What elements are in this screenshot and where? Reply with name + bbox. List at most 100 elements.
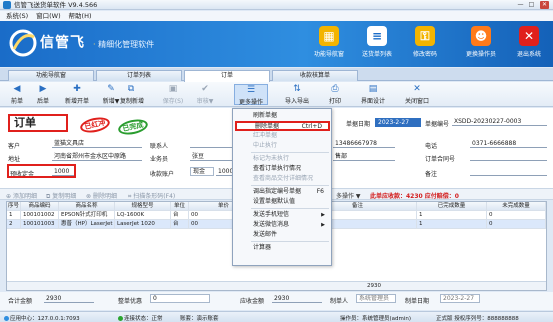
receivable-field: 2930 xyxy=(272,295,322,303)
menu-item-label: 删除单据 xyxy=(255,123,280,130)
exit-icon: ✕ xyxy=(519,26,539,46)
toolbar-button-7[interactable]: ☰ 更多操作 xyxy=(234,84,268,106)
topbar-button-grid[interactable]: ▦ 功能导航窗 xyxy=(306,24,352,64)
remark-field[interactable] xyxy=(470,168,547,176)
close-button[interactable]: ✕ xyxy=(540,1,549,9)
make-date-field: 2023-2-27 xyxy=(440,294,480,303)
toolbar-button-0[interactable]: ◀ 前单 xyxy=(6,84,28,105)
menu-item-12[interactable]: 发送手机短信 ▶ xyxy=(235,210,330,220)
menu-item-6[interactable]: 查看订单执行情况 xyxy=(235,164,330,174)
receivable-label: 应收金额 xyxy=(240,298,265,305)
add-detail-button[interactable]: ⊕ 添加明细 xyxy=(6,191,37,200)
list-icon: ≡ xyxy=(367,26,387,46)
maker-label: 制单人 xyxy=(330,298,349,305)
address-label: 地址 xyxy=(8,156,21,163)
menu-item-2[interactable]: 红冲单据 xyxy=(235,131,330,141)
toolbar-label: 前单 xyxy=(10,98,23,105)
delete-detail-button[interactable]: ⊗ 删除明细 xyxy=(86,191,117,200)
discount-field[interactable]: 0 xyxy=(150,294,210,303)
tab-order[interactable]: 订单 xyxy=(184,70,270,82)
toolbar-button-11[interactable]: ✕ 关闭窗口 xyxy=(400,84,434,105)
grid-total-row: 2930 xyxy=(7,281,546,290)
order-date-label: 单据日期 xyxy=(346,121,371,128)
toolbar-icon: ✕ xyxy=(413,84,421,94)
toolbar-button-8[interactable]: ⇅ 导入导出 xyxy=(280,84,314,105)
account-label: 收款账户 xyxy=(150,171,175,178)
toolbar-label: 更多操作 xyxy=(238,99,263,106)
submenu-arrow-icon: ▶ xyxy=(321,212,325,218)
menu-item-label: 查看商品交付详细情况 xyxy=(253,175,314,182)
toolbar-button-2[interactable]: ✚ 新增开单 xyxy=(60,84,94,105)
menu-item-7[interactable]: 查看商品交付详细情况 xyxy=(235,174,330,184)
tab-receipt[interactable]: 收款核算单 xyxy=(272,70,358,81)
grid-cell: 商品名称 xyxy=(59,202,115,211)
salesman-field[interactable]: 张豆 xyxy=(190,153,236,161)
address-field[interactable]: 河南省郑州市金水区中原路 xyxy=(52,153,142,161)
menu-item-9[interactable]: 调出指定编号单据 F6 xyxy=(235,187,330,197)
menu-item-label: 发送手机短信 xyxy=(253,211,290,218)
toolbar-icon: ✚ xyxy=(73,84,81,94)
license-status: 正式版 授权序列号：888888888 xyxy=(436,316,519,322)
total-field: 2930 xyxy=(44,295,94,303)
order-no-field[interactable]: XSDD-20230227-0003 xyxy=(452,118,547,126)
menu-item-1[interactable]: 删除单据 Ctrl+D xyxy=(235,121,330,131)
grid-cell: 序号 xyxy=(7,202,21,211)
make-date-label: 制单日期 xyxy=(405,298,430,305)
tab-order-list[interactable]: 订单列表 xyxy=(96,70,182,81)
toolbar-label: 界面设计 xyxy=(360,98,385,105)
tab-function-nav[interactable]: 功能导航窗 xyxy=(8,70,94,81)
topbar-button-list[interactable]: ≡ 送货单列表 xyxy=(354,24,400,64)
menu-item-10[interactable]: 设置单据默认值 xyxy=(235,197,330,207)
menu-item-16[interactable]: 计算器 xyxy=(235,243,330,253)
po-field[interactable] xyxy=(470,153,547,161)
topbar-button-exit[interactable]: ✕ 退出系统 xyxy=(506,24,552,64)
grid-cell: 1 xyxy=(7,211,21,220)
toolbar-icon: ▤ xyxy=(368,84,378,94)
mobile-field[interactable]: 13486667978 xyxy=(333,140,395,148)
toolbar-button-6[interactable]: ✔ 审核▼ xyxy=(194,84,216,105)
menu-help[interactable]: 帮助(H) xyxy=(69,11,92,21)
logo-text: 信管飞 xyxy=(40,35,85,51)
menu-separator xyxy=(251,241,329,242)
grid-icon: ▦ xyxy=(319,26,339,46)
menu-item-label: 计算器 xyxy=(253,244,272,251)
topbar-button-lock[interactable]: ⚿ 修改密码 xyxy=(402,24,448,64)
grid-cell: 未完成数量 xyxy=(487,202,546,211)
menu-system[interactable]: 系统(S) xyxy=(6,11,28,21)
toolbar-label: 保存(S) xyxy=(162,98,184,105)
toolbar-button-1[interactable]: ▶ 后单 xyxy=(32,84,54,105)
menu-item-13[interactable]: 发送微信消息 ▶ xyxy=(235,220,330,230)
menu-window[interactable]: 窗口(W) xyxy=(36,11,61,21)
batch-ops-button[interactable]: 多操作 ▼ xyxy=(336,191,361,200)
order-date-field[interactable]: 2023-2-27 xyxy=(375,118,421,127)
toolbar-button-5[interactable]: ▣ 保存(S) xyxy=(162,84,184,105)
menu-item-0[interactable]: 刷新单据 xyxy=(235,111,330,121)
customer-field[interactable]: 蓝猫文具店 xyxy=(52,140,142,148)
menu-item-label: 红冲单据 xyxy=(253,132,278,139)
tab-strip: 功能导航窗 订单列表 订单 收款核算单 xyxy=(0,68,553,82)
toolbar-button-4[interactable]: ⧉ 复制新增 xyxy=(120,84,144,105)
po-label: 订单合同号 xyxy=(425,156,456,163)
toolbar-button-9[interactable]: ⎙ 打印 xyxy=(324,84,346,105)
maximize-button[interactable]: □ xyxy=(527,1,536,9)
menu-item-label: 设置单据默认值 xyxy=(253,198,296,205)
toolbar-button-10[interactable]: ▤ 界面设计 xyxy=(356,84,390,105)
topbar-button-user-switch[interactable]: ☻ 更换操作员 xyxy=(458,24,504,64)
scan-barcode-button[interactable]: ⌗ 扫描条形码(F4) xyxy=(128,191,175,201)
contact-field[interactable] xyxy=(190,140,236,148)
account-select[interactable]: 现金 xyxy=(190,167,214,176)
dept-field[interactable]: 售部 xyxy=(333,153,395,161)
menu-item-5[interactable]: 标记为未执行 xyxy=(235,154,330,164)
menu-separator xyxy=(251,185,329,186)
submenu-arrow-icon: ▶ xyxy=(321,222,325,228)
phone-field[interactable]: 0371-6666888 xyxy=(470,140,547,148)
contact-label: 联系人 xyxy=(150,143,169,150)
menu-item-3[interactable]: 中止执行 xyxy=(235,141,330,151)
logo-icon xyxy=(9,29,37,57)
minimize-button[interactable]: — xyxy=(516,1,525,9)
grid-cell: 商品编码 xyxy=(21,202,59,211)
menu-item-14[interactable]: 发送邮件 xyxy=(235,230,330,240)
copy-detail-button[interactable]: ⧉ 复制明细 xyxy=(46,191,76,201)
user-switch-icon: ☻ xyxy=(471,26,491,46)
grid-cell: 台 xyxy=(171,211,189,220)
